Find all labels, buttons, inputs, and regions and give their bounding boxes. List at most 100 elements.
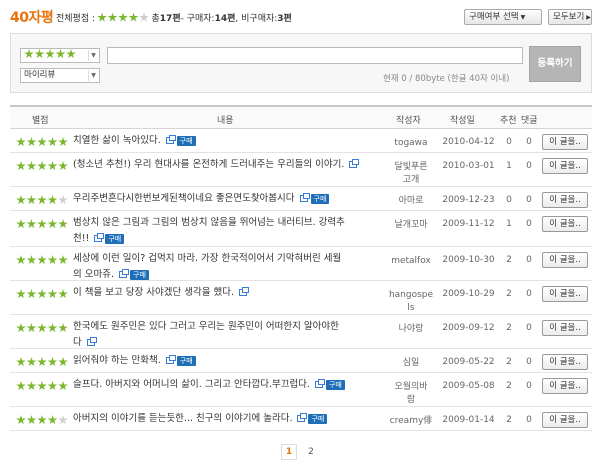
row-author-text: 심일 [402, 358, 420, 368]
row-comment-count: 0 [526, 289, 532, 299]
star-empty-icon [58, 195, 68, 205]
row-content-text: 의 오마쥬. [73, 269, 114, 280]
row-date: 2009-09-12 [442, 323, 495, 333]
row-author[interactable]: 아마로 [386, 195, 436, 208]
section-title: 40자평 [10, 10, 54, 26]
submit-button[interactable]: 등록하기 [529, 46, 581, 82]
row-author[interactable]: hangospe ls [386, 289, 436, 315]
row-date: 2009-11-12 [442, 219, 495, 229]
chevron-down-icon: ▼ [520, 14, 526, 21]
row-author[interactable]: 심일 [386, 357, 436, 370]
star-filled-icon [118, 12, 128, 22]
row-more-button[interactable]: 이 글을.. [542, 216, 588, 232]
star-filled-icon [58, 137, 68, 147]
chevron-down-icon: ▼ [88, 70, 98, 81]
row-author[interactable]: 달빛푸른 고개 [386, 161, 436, 187]
row-more-button[interactable]: 이 글을.. [542, 354, 588, 370]
row-rating-stars [16, 219, 69, 229]
popup-window-icon[interactable] [119, 269, 129, 278]
row-author[interactable]: metalfox [386, 255, 436, 268]
row-author[interactable]: creamy俳 [386, 415, 436, 428]
row-more-button[interactable]: 이 글을.. [542, 192, 588, 208]
star-filled-icon [37, 381, 47, 391]
row-more-button[interactable]: 이 글을.. [542, 412, 588, 428]
star-filled-icon [47, 219, 58, 229]
row-author-text: creamy俳 [389, 416, 433, 426]
star-filled-icon [58, 289, 68, 299]
row-content: 치열한 삶이 녹아있다. 구매 [73, 133, 383, 149]
popup-window-icon[interactable] [238, 287, 249, 296]
star-filled-icon [37, 219, 47, 229]
star-filled-icon [58, 219, 68, 229]
star-filled-icon [37, 195, 47, 205]
purchase-filter-label: 구매여부 선택 [469, 12, 519, 22]
star-filled-icon [26, 357, 37, 367]
table-row: 아버지의 이야기를 듣는듯한... 친구의 이야기에 놀라다. 구매 creamy俳… [10, 407, 592, 431]
row-more-button[interactable]: 이 글을.. [542, 320, 588, 336]
row-author-text: 고개 [402, 175, 420, 185]
popup-window-icon[interactable] [94, 233, 105, 242]
row-author[interactable]: togawa [386, 137, 436, 150]
row-recommend-count: 2 [506, 323, 512, 333]
row-content: 읽어줘야 하는 만화책. 구매 [73, 353, 383, 369]
row-content-text: 이 책을 보고 당장 사야겠단 생각을 했다. [73, 287, 234, 298]
popup-window-icon[interactable] [299, 193, 310, 202]
row-more-button[interactable]: 이 글을.. [542, 158, 588, 174]
star-filled-icon [47, 195, 58, 205]
row-more-button[interactable]: 이 글을.. [542, 378, 588, 394]
page-link[interactable]: 2 [303, 445, 319, 461]
row-author-text: 날개꼬마 [394, 220, 428, 230]
popup-window-icon[interactable] [349, 159, 360, 168]
table-row: 세상에 이런 일이? 겁먹지 마라. 가장 한국적이어서 기막혀버린 세월 의 오… [10, 247, 592, 281]
popup-window-icon[interactable] [165, 355, 176, 364]
star-filled-icon [47, 323, 58, 333]
star-filled-icon [16, 323, 26, 333]
purchase-filter-button[interactable]: 구매여부 선택 ▼ [464, 9, 542, 25]
row-content: 한국에도 원주민은 있다 그러고 우리는 원주민이 어떠한지 알아야한 다 [73, 319, 383, 351]
popup-window-icon[interactable] [297, 413, 308, 422]
row-author[interactable]: 나야랑 [386, 323, 436, 336]
review-type-value: 마이리뷰 [24, 70, 56, 80]
row-recommend-count: 1 [506, 161, 512, 171]
row-author[interactable]: 날개꼬마 [386, 219, 436, 232]
table-row: 우리주변흔다시한번보게된책이네요 좋은면도찾아봅시다 구매 아마로 2009-12-2… [10, 187, 592, 211]
row-comment-count: 0 [526, 219, 532, 229]
pagination: 12 [0, 444, 600, 461]
row-rating-stars [16, 289, 69, 299]
star-filled-icon [37, 323, 47, 333]
row-comment-count: 0 [526, 357, 532, 367]
table-row: 슬프다. 아버지와 어머니의 삶이. 그리고 안타깝다.부끄럽다. 구매 오월의바 람… [10, 373, 592, 407]
popup-window-icon[interactable] [86, 337, 97, 346]
row-author[interactable]: 오월의바 람 [386, 381, 436, 407]
table-header: 별점 내용 작성자 작성일 추천 댓글 [10, 105, 592, 129]
view-all-button[interactable]: 모두보기 ▶ [548, 9, 592, 25]
row-more-button[interactable]: 이 글을.. [542, 286, 588, 302]
review-text-input[interactable] [107, 47, 523, 64]
review-table: 별점 내용 작성자 작성일 추천 댓글 치열한 삶이 녹아있다. 구매 togawa… [10, 105, 592, 431]
review-type-select[interactable]: 마이리뷰 ▼ [20, 68, 100, 83]
row-comment-count: 0 [526, 381, 532, 391]
row-more-button[interactable]: 이 글을.. [542, 134, 588, 150]
row-date: 2009-05-22 [442, 357, 495, 367]
buyer-label: - 구매자: [180, 14, 215, 24]
star-filled-icon [37, 289, 47, 299]
page-link[interactable]: 1 [281, 444, 297, 460]
popup-window-icon[interactable] [165, 135, 176, 144]
row-rating-stars [16, 137, 69, 147]
popup-window-icon[interactable] [314, 379, 325, 388]
row-rating-stars [16, 161, 69, 171]
row-content-text: 다 [73, 337, 82, 348]
star-filled-icon [55, 49, 66, 59]
row-content-text: (청소년 추천!) 우리 현대사를 온전하게 드러내주는 우리들의 이야기. [73, 159, 345, 170]
review-form: ▼ 마이리뷰 ▼ 현재 0 / 80byte (한글 40자 이내) 등록하기 [10, 33, 592, 93]
row-comment-count: 0 [526, 137, 532, 147]
star-filled-icon [45, 49, 55, 59]
row-more-button[interactable]: 이 글을.. [542, 252, 588, 268]
table-row: 범상치 않은 그림과 그림의 범상치 않음을 뛰어넘는 내러티브. 강력추 천!!… [10, 211, 592, 247]
row-date: 2009-10-30 [442, 255, 495, 265]
row-rating-stars [16, 415, 69, 425]
star-filled-icon [128, 12, 139, 22]
row-date: 2009-01-14 [442, 415, 495, 425]
rating-select[interactable]: ▼ [20, 48, 100, 63]
overall-label: 전체평점 : [56, 14, 96, 24]
